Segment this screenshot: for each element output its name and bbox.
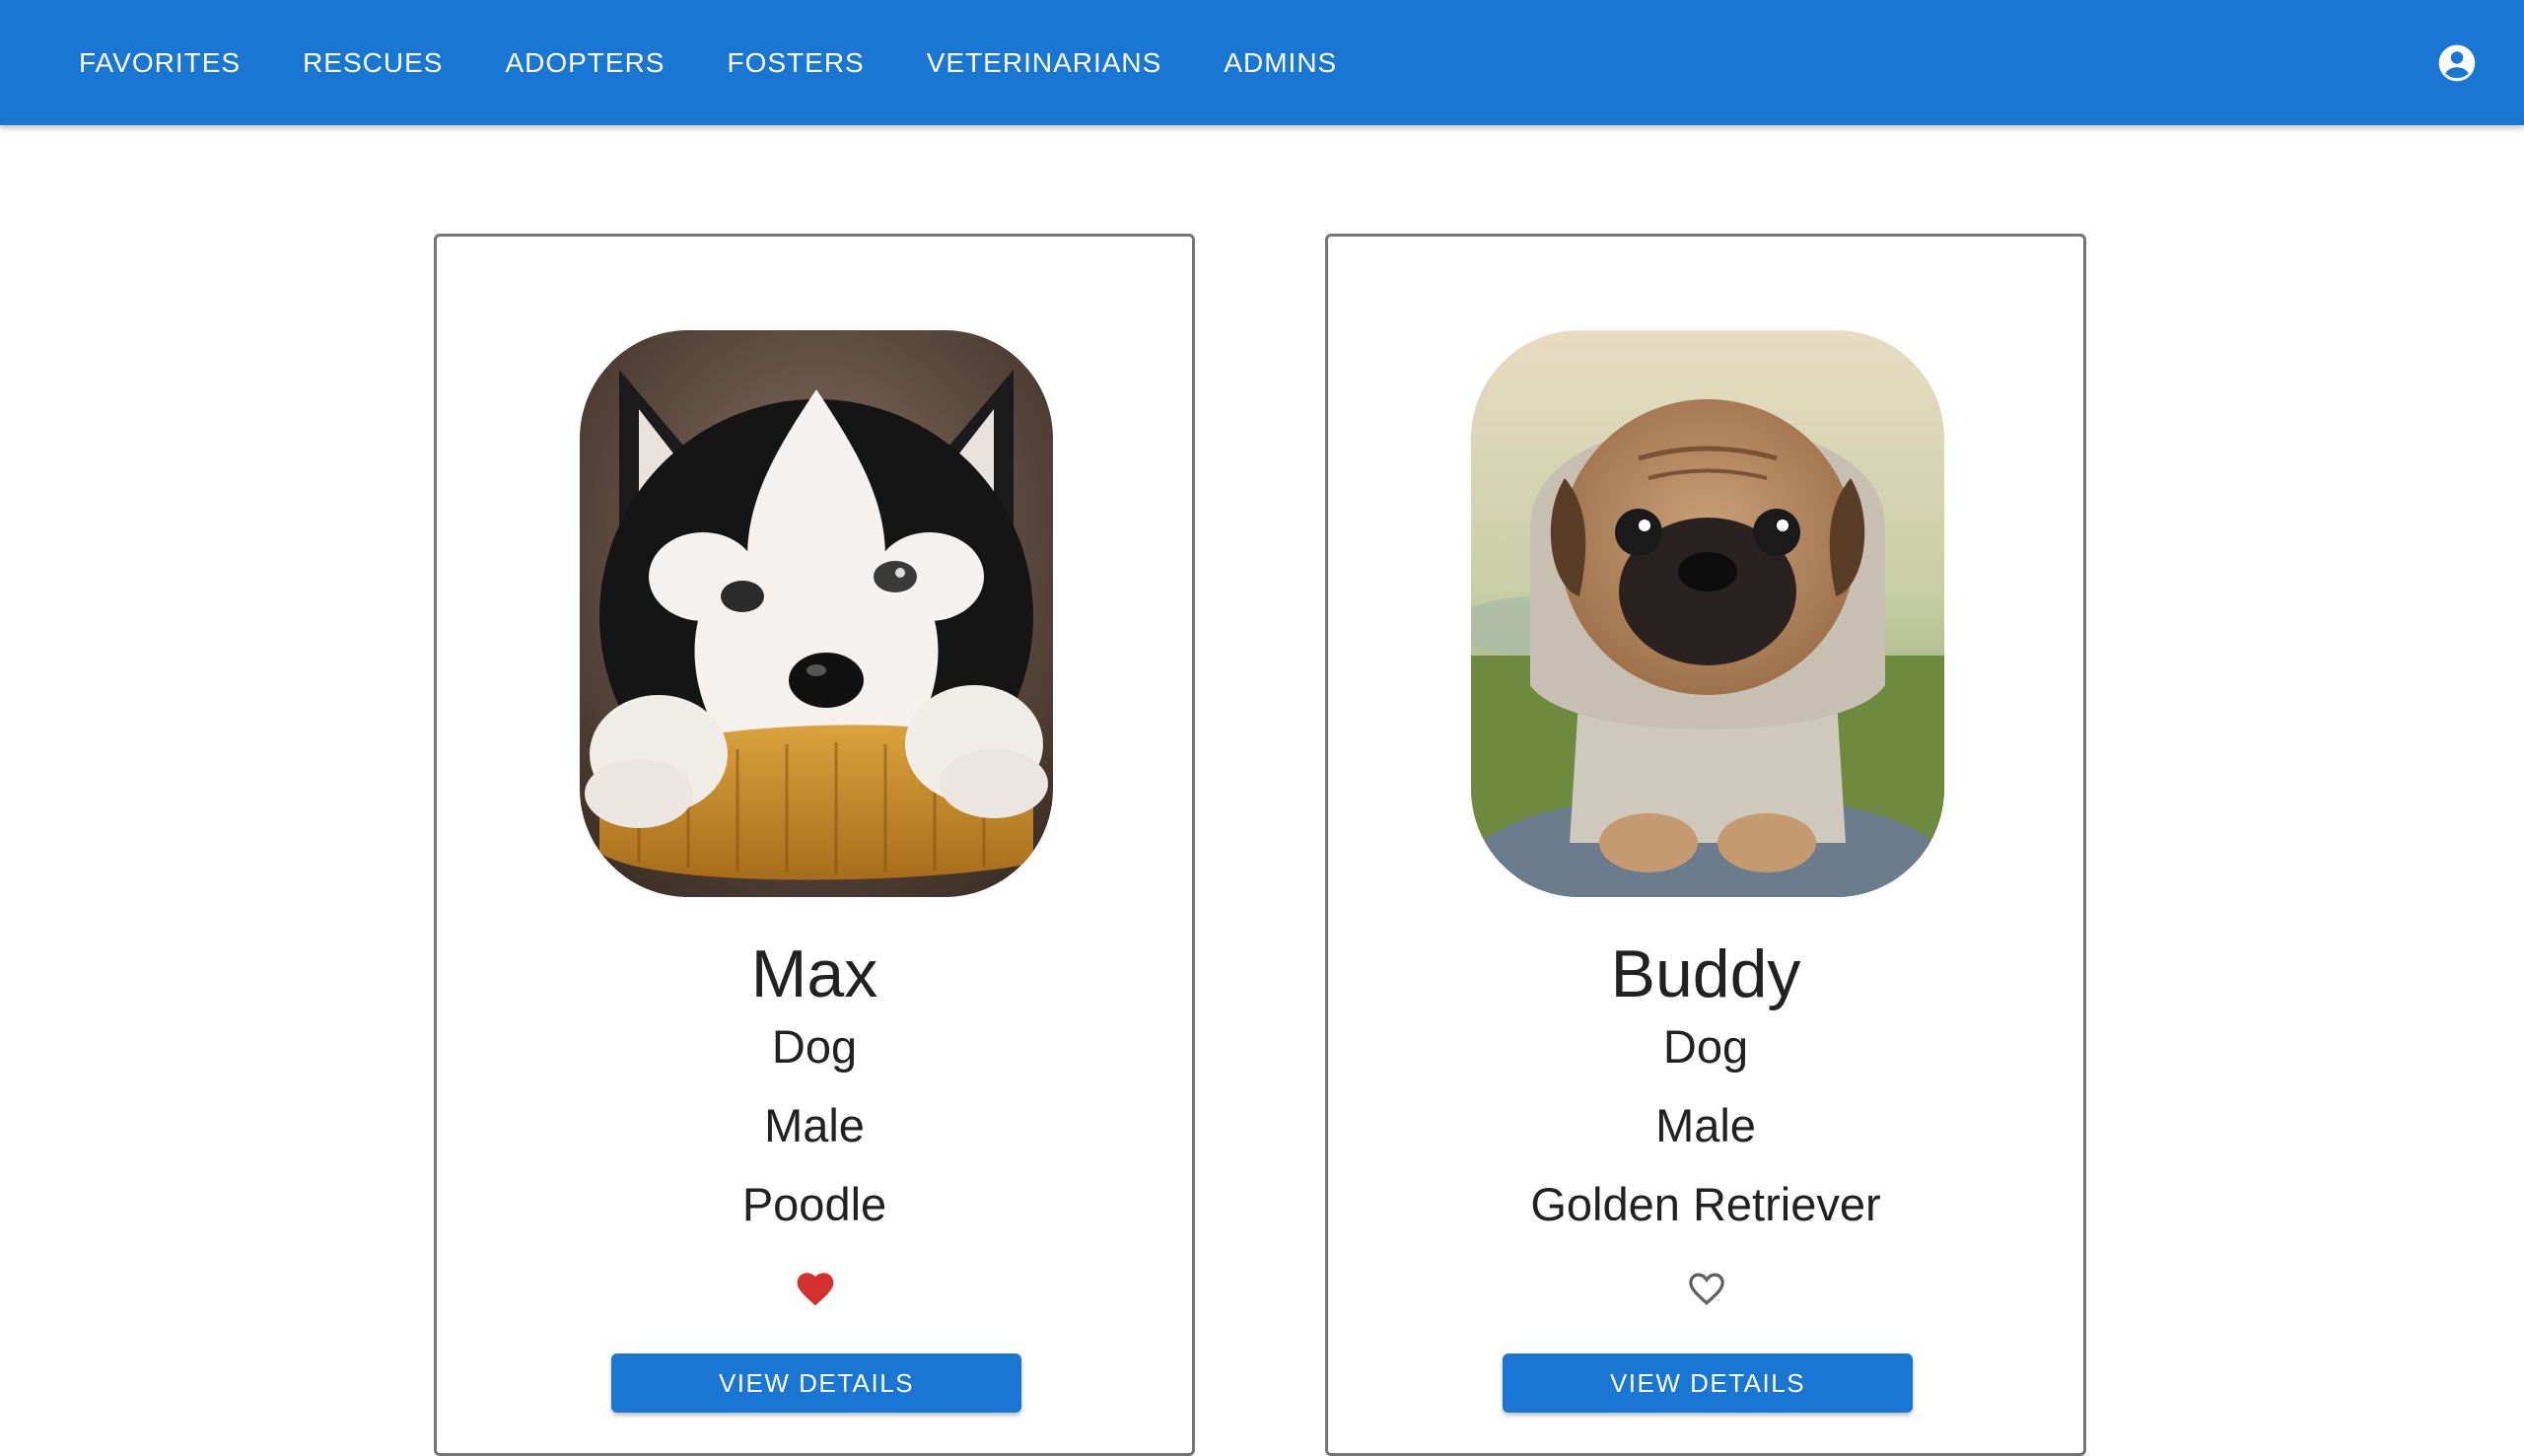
account-circle-icon[interactable]	[2435, 41, 2479, 85]
animal-gender: Male	[1655, 1099, 1756, 1151]
favorite-heart-outline-icon[interactable]	[1685, 1267, 1728, 1308]
animal-card-max: Max Dog Male Poodle VIEW DETAILS	[434, 234, 1195, 1456]
favorite-heart-filled-icon[interactable]	[794, 1267, 837, 1308]
animal-gender: Male	[764, 1099, 865, 1151]
view-details-button[interactable]: VIEW DETAILS	[611, 1353, 1021, 1413]
animal-card-buddy: Buddy Dog Male Golden Retriever VIEW DET…	[1325, 234, 2086, 1456]
pug-puppy-photo	[1471, 330, 1944, 897]
app-bar: FAVORITES RESCUES ADOPTERS FOSTERS VETER…	[0, 0, 2524, 125]
animal-breed: Poodle	[741, 1178, 887, 1230]
animal-species: Dog	[1662, 1020, 1749, 1073]
nav-favorites[interactable]: FAVORITES	[59, 30, 260, 97]
husky-puppy-photo	[580, 330, 1053, 897]
animal-species: Dog	[771, 1020, 858, 1073]
animal-name: Max	[750, 936, 878, 1011]
nav-adopters[interactable]: ADOPTERS	[485, 30, 684, 97]
view-details-button[interactable]: VIEW DETAILS	[1503, 1353, 1913, 1413]
nav-rescues[interactable]: RESCUES	[283, 30, 462, 97]
nav-veterinarians[interactable]: VETERINARIANS	[907, 30, 1182, 97]
animal-card-grid: Max Dog Male Poodle VIEW DETAILS Buddy D…	[0, 234, 2524, 1456]
nav-admins[interactable]: ADMINS	[1204, 30, 1357, 97]
nav-fosters[interactable]: FOSTERS	[707, 30, 883, 97]
animal-breed: Golden Retriever	[1530, 1178, 1881, 1230]
main-nav: FAVORITES RESCUES ADOPTERS FOSTERS VETER…	[59, 30, 1379, 97]
animal-name: Buddy	[1610, 936, 1801, 1011]
